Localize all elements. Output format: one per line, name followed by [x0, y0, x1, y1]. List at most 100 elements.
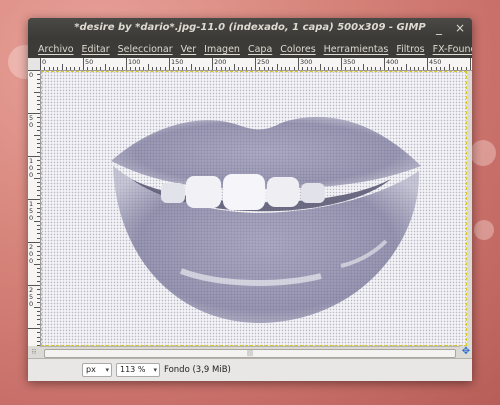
- ruler-tick: [37, 211, 40, 213]
- ruler-tick: [216, 67, 218, 70]
- ruler-label: 200: [214, 58, 227, 66]
- menu-herramientas[interactable]: Herramientas: [320, 44, 393, 55]
- ruler-tick: [259, 67, 261, 70]
- ruler-tick: [207, 67, 209, 70]
- ruler-tick: [37, 319, 40, 321]
- grid-menu-icon[interactable]: ⁝⁝: [28, 346, 40, 358]
- ruler-tick: [315, 67, 317, 70]
- menu-archivo[interactable]: Archivo: [34, 44, 78, 55]
- navigate-icon[interactable]: ✥: [460, 346, 472, 358]
- ruler-tick: [40, 58, 41, 70]
- scrollbar-thumb[interactable]: |||: [44, 349, 456, 358]
- ruler-tick: [130, 67, 132, 70]
- vertical-scrollbar[interactable]: [467, 71, 472, 346]
- window-titlebar[interactable]: *desire by *dario*.jpg-11.0 (indexado, 1…: [28, 18, 472, 40]
- ruler-tick: [199, 67, 201, 70]
- ruler-tick: [87, 67, 89, 70]
- ruler-tick: [34, 177, 40, 179]
- ruler-tick: [267, 67, 269, 70]
- ruler-tick: [169, 58, 170, 70]
- ruler-tick: [461, 67, 463, 70]
- ruler-tick: [37, 289, 40, 291]
- ruler-tick: [37, 160, 40, 162]
- ruler-tick: [164, 67, 166, 70]
- ruler-tick: [134, 67, 136, 70]
- zoom-value: 113 %: [120, 365, 146, 374]
- ruler-label: 150: [29, 200, 34, 222]
- ruler-tick: [37, 323, 40, 325]
- close-button[interactable]: ×: [454, 21, 466, 35]
- ruler-tick: [452, 67, 454, 70]
- gimp-window: *desire by *dario*.jpg-11.0 (indexado, 1…: [28, 18, 472, 381]
- ruler-tick: [336, 67, 338, 70]
- ruler-tick: [186, 67, 188, 70]
- ruler-tick: [37, 151, 40, 153]
- menu-editar[interactable]: Editar: [78, 44, 114, 55]
- ruler-tick: [34, 220, 40, 222]
- ruler-tick: [37, 233, 40, 235]
- ruler-tick: [34, 263, 40, 265]
- ruler-tick: [272, 67, 274, 70]
- ruler-tick: [246, 67, 248, 70]
- ruler-tick: [37, 130, 40, 132]
- menu-filtros[interactable]: Filtros: [392, 44, 428, 55]
- ruler-label: 350: [343, 58, 356, 66]
- ruler-tick: [280, 67, 282, 70]
- ruler-tick: [37, 259, 40, 261]
- menu-ver[interactable]: Ver: [177, 44, 201, 55]
- ruler-tick: [160, 67, 162, 70]
- ruler-tick: [48, 67, 50, 70]
- ruler-tick: [108, 67, 110, 70]
- vertical-ruler[interactable]: 0 50 100 150 200 250: [28, 70, 41, 346]
- horizontal-ruler[interactable]: 0 50 100 150 200 250 300 350 400 450: [40, 58, 472, 71]
- ruler-tick: [285, 67, 287, 70]
- ruler-tick: [138, 67, 140, 70]
- menu-seleccionar[interactable]: Seleccionar: [114, 44, 177, 55]
- ruler-tick: [444, 67, 446, 70]
- ruler-tick: [375, 67, 377, 70]
- ruler-tick: [37, 173, 40, 175]
- ruler-tick: [100, 67, 102, 70]
- menu-colores[interactable]: Colores: [276, 44, 319, 55]
- image-canvas[interactable]: [41, 71, 467, 346]
- ruler-tick: [177, 67, 179, 70]
- ruler-tick: [37, 82, 40, 84]
- ruler-tick: [418, 67, 420, 70]
- menu-bar: Archivo Editar Seleccionar Ver Imagen Ca…: [28, 40, 472, 58]
- ruler-tick: [181, 67, 183, 70]
- window-controls: _ ×: [433, 21, 466, 35]
- ruler-tick: [44, 67, 46, 70]
- ruler-tick: [37, 143, 40, 145]
- ruler-tick: [83, 58, 84, 70]
- ruler-tick: [37, 194, 40, 196]
- ruler-tick: [302, 67, 304, 70]
- ruler-tick: [37, 246, 40, 248]
- ruler-tick: [57, 67, 59, 70]
- ruler-tick: [37, 203, 40, 205]
- ruler-tick: [263, 67, 265, 70]
- menu-capa[interactable]: Capa: [244, 44, 276, 55]
- ruler-tick: [276, 64, 278, 70]
- minimize-button[interactable]: _: [433, 21, 445, 35]
- menu-imagen[interactable]: Imagen: [200, 44, 244, 55]
- ruler-label: 150: [171, 58, 184, 66]
- wallpaper-bokeh: [470, 140, 496, 166]
- ruler-label: 0: [42, 58, 47, 66]
- ruler-tick: [427, 58, 428, 70]
- ruler-tick: [409, 67, 411, 70]
- ruler-tick: [70, 67, 72, 70]
- zoom-select[interactable]: 113 % ▾: [116, 363, 160, 377]
- ruler-label: 200: [29, 243, 34, 265]
- ruler-tick: [37, 237, 40, 239]
- window-title: *desire by *dario*.jpg-11.0 (indexado, 1…: [74, 22, 426, 33]
- ruler-tick: [298, 58, 299, 70]
- ruler-tick: [362, 64, 364, 70]
- unit-select[interactable]: px ▾: [82, 363, 112, 377]
- layer-info: Fondo (3,9 MiB): [164, 365, 231, 375]
- menu-fx-foundry[interactable]: FX-Foundry: [429, 44, 472, 55]
- ruler-tick: [212, 58, 213, 70]
- ruler-tick: [173, 67, 175, 70]
- ruler-tick: [371, 67, 373, 70]
- ruler-tick: [310, 67, 312, 70]
- ruler-tick: [37, 147, 40, 149]
